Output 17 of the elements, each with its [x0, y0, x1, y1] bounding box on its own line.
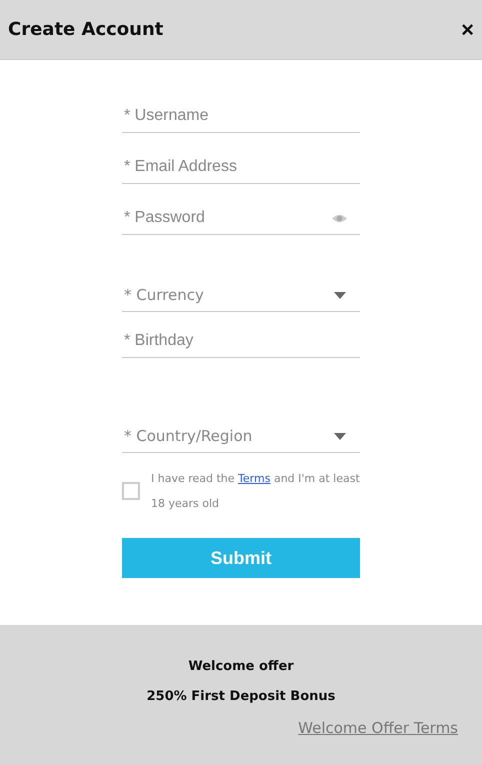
input-field[interactable]: * Username [122, 107, 360, 125]
dialog-title: Create Account [8, 19, 164, 40]
input-field[interactable]: * Email Address [122, 158, 360, 176]
input-field[interactable]: * Birthday [122, 332, 360, 350]
terms-link[interactable]: Terms [238, 472, 270, 485]
select-field[interactable]: * Country/Region [122, 427, 334, 445]
caret-icon [334, 432, 346, 440]
show-password-icon[interactable] [331, 212, 348, 224]
close-button[interactable]: × [459, 18, 476, 40]
caret-icon [334, 292, 346, 298]
offer-terms-link[interactable]: Welcome Offer Terms [298, 719, 458, 737]
checkbox[interactable] [122, 482, 140, 500]
agreement-text: I have read the Terms and I'm at least 18 years old [151, 471, 360, 512]
offer-text: 250% First Deposit Bonus [146, 689, 336, 705]
offer-title: Welcome offer [188, 659, 294, 675]
input-field[interactable]: * Password [122, 209, 331, 227]
select-field[interactable]: * Currency [122, 286, 334, 304]
